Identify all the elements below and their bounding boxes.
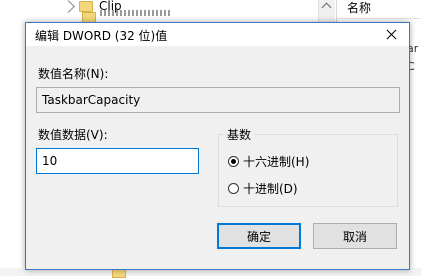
- scroll-up-icon[interactable]: [321, 2, 332, 13]
- radio-button-selected[interactable]: [228, 156, 239, 167]
- edit-dword-dialog: 编辑 DWORD (32 位)值 数值名称(N): TaskbarCapacit…: [25, 22, 410, 270]
- cancel-button[interactable]: 取消: [313, 223, 397, 249]
- column-header-label: 名称: [347, 1, 372, 15]
- radio-decimal-label: 十进制(D): [243, 182, 298, 196]
- value-data-input[interactable]: 10: [36, 148, 199, 174]
- value-name-label: 数值名称(N):: [38, 67, 109, 81]
- value-data-label: 数值数据(V):: [38, 128, 108, 142]
- radio-decimal[interactable]: 十进制(D): [228, 180, 298, 197]
- folder-icon: [112, 269, 126, 278]
- base-group-label: 基数: [224, 126, 255, 143]
- close-icon[interactable]: [375, 23, 409, 46]
- radio-hexadecimal[interactable]: 十六进制(H): [228, 153, 309, 170]
- folder-icon: [79, 0, 93, 12]
- dialog-title: 编辑 DWORD (32 位)值: [35, 29, 168, 43]
- tree-node-label-partial: [100, 10, 170, 16]
- column-header-name[interactable]: 名称: [337, 0, 421, 19]
- ok-button[interactable]: 确定: [217, 223, 301, 249]
- radio-button[interactable]: [228, 183, 239, 194]
- chevron-right-icon[interactable]: [62, 0, 75, 13]
- value-name-field[interactable]: TaskbarCapacity: [36, 87, 400, 113]
- dialog-titlebar[interactable]: 编辑 DWORD (32 位)值: [26, 23, 409, 46]
- radio-hex-label: 十六进制(H): [243, 155, 310, 169]
